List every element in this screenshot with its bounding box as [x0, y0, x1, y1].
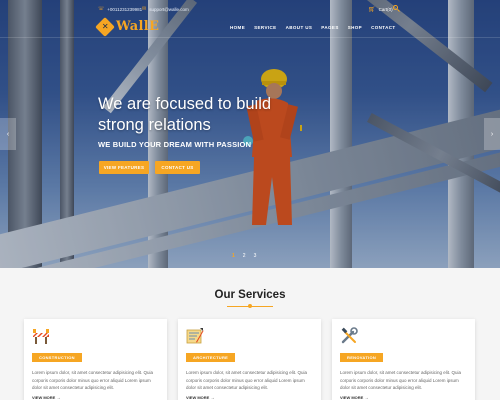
nav-item-service[interactable]: SERVICE: [252, 25, 283, 30]
service-card-architecture: ARCHITECTURE Lorem ipsum dolor, sit amet…: [178, 319, 321, 400]
service-card-renovation: RENOVATION Lorem ipsum dolor, sit amet c…: [332, 319, 475, 400]
slider-next-arrow-icon[interactable]: ›: [484, 118, 500, 150]
service-description: Lorem ipsum dolor, sit amet consectetur …: [32, 370, 154, 390]
phone-number: +0011231239981: [107, 6, 143, 12]
cart-label: Cart(0): [378, 7, 393, 12]
cart-link[interactable]: 🛒︎ Cart(0): [368, 6, 393, 13]
slider-pagination: 1 2 3: [232, 253, 256, 259]
view-features-button[interactable]: VIEW FEATURES: [99, 161, 149, 174]
envelope-icon: ✉: [142, 6, 147, 12]
nav-item-contact[interactable]: CONTACT: [369, 25, 402, 30]
slider-dot-3[interactable]: 3: [254, 253, 257, 259]
hero-subline: WE BUILD YOUR DREAM WITH PASSION: [98, 140, 252, 149]
logo-glyph: ✕: [101, 21, 109, 31]
search-icon[interactable]: [393, 5, 398, 10]
nav-item-shop[interactable]: SHOP: [346, 25, 369, 30]
contact-us-button[interactable]: CONTACT US: [155, 161, 200, 174]
view-more-link[interactable]: VIEW MORE →: [340, 395, 368, 400]
slider-dot-2[interactable]: 2: [243, 253, 246, 259]
cart-icon: 🛒︎: [368, 7, 376, 13]
view-more-link[interactable]: VIEW MORE →: [186, 395, 214, 400]
hero-headline: We are focused to build strong relations: [98, 95, 272, 134]
logo[interactable]: ✕ WallE: [95, 16, 160, 37]
nav-item-home[interactable]: HOME: [228, 25, 252, 30]
blueprint-icon: [186, 328, 204, 344]
main-nav: HOME SERVICE ABOUT US PAGES SHOP CONTACT: [228, 25, 403, 30]
services-title: Our Services: [214, 289, 286, 301]
phone-contact[interactable]: ☏ +0011231239981: [98, 6, 142, 12]
slider-prev-arrow-icon[interactable]: ‹: [0, 118, 16, 150]
logo-text: WallE: [116, 19, 160, 34]
view-more-link[interactable]: VIEW MORE →: [32, 395, 60, 400]
service-badge: CONSTRUCTION: [32, 353, 82, 362]
nav-item-pages[interactable]: PAGES: [319, 25, 345, 30]
service-description: Lorem ipsum dolor, sit amet consectetur …: [340, 370, 462, 390]
barrier-icon: [33, 329, 49, 344]
phone-icon: ☏: [98, 6, 105, 12]
service-badge: ARCHITECTURE: [186, 353, 236, 362]
service-description: Lorem ipsum dolor, sit amet consectetur …: [186, 370, 308, 390]
slider-dot-1[interactable]: 1: [232, 253, 235, 259]
top-header: ✕ WallE ☏ +0011231239981 ✉ support@walle…: [0, 0, 500, 38]
title-divider-dot: [248, 304, 252, 308]
email-address: support@walle.com: [149, 6, 189, 12]
tools-icon: [341, 327, 358, 344]
logo-mark-icon: ✕: [95, 16, 115, 37]
service-card-construction: CONSTRUCTION Lorem ipsum dolor, sit amet…: [24, 319, 167, 400]
service-badge: RENOVATION: [340, 353, 384, 362]
nav-item-about-us[interactable]: ABOUT US: [284, 25, 320, 30]
email-contact[interactable]: ✉ support@walle.com: [142, 6, 189, 12]
